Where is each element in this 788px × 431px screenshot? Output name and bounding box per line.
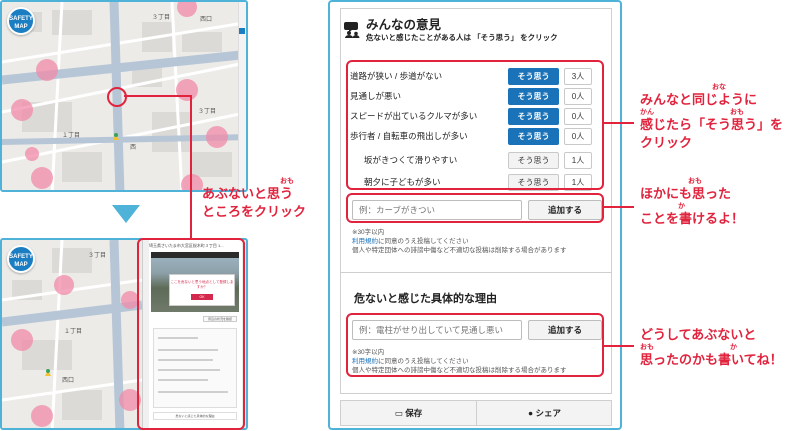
callout-text: ほかにも思った xyxy=(640,186,732,201)
terms-link[interactable]: 利用規約 xyxy=(352,238,378,245)
map-control-icon[interactable] xyxy=(239,28,245,34)
callout-ruby: おも xyxy=(280,178,294,185)
map-label: ３丁目 xyxy=(198,109,217,115)
panel-footer: ▭ 保存 ● シェア xyxy=(340,400,612,426)
mini-panel-highlight xyxy=(137,238,245,430)
callout-ruby: おも xyxy=(688,178,702,185)
callout-ruby: おな xyxy=(712,84,726,91)
callout-ruby: おもか xyxy=(640,344,737,351)
callout-text: 思ったのかも書いてね！ xyxy=(640,352,783,367)
map-label: ３丁目 xyxy=(152,15,171,21)
map-label: ３丁目 xyxy=(88,253,107,259)
opinions-highlight xyxy=(346,60,604,190)
map-label: １丁目 xyxy=(64,329,83,335)
safety-map-logo: SAFETY MAP xyxy=(7,7,35,35)
panel-title: みんなの意見 xyxy=(366,18,442,32)
top-map-canvas xyxy=(2,2,246,190)
connector-line xyxy=(604,122,634,124)
save-label: 保存 xyxy=(405,408,423,418)
folder-icon: ▭ xyxy=(394,408,403,418)
section-divider xyxy=(340,272,612,273)
callout-text: あぶないと思う xyxy=(202,186,294,201)
down-arrow-icon xyxy=(112,205,140,223)
callout-text: 感じたら「そう思う」を xyxy=(640,117,784,132)
connector-line xyxy=(604,345,634,347)
callout-write-more: おも ほかにも思った か ことを書けるよ！ xyxy=(640,178,744,228)
connector-line xyxy=(124,95,192,97)
callout-ruby: か xyxy=(678,203,685,210)
callout-text: どうしてあぶないと xyxy=(640,327,757,342)
note-line: 個人や特定団体への誹謗中傷など不適切な投稿は削除する場合があります xyxy=(352,247,567,254)
connector-line xyxy=(190,95,192,238)
panel-subtitle: 危ないと感じたことがある人は 「そう思う」 をクリック xyxy=(366,33,558,42)
reason-highlight xyxy=(346,313,604,377)
people-chat-icon xyxy=(344,20,360,38)
note-text: に同意のうえ投稿してください xyxy=(378,238,469,245)
reason-title: 危ないと感じた具体的な理由 xyxy=(354,293,497,305)
callout-text: ことを書けるよ！ xyxy=(640,211,745,226)
connector-line xyxy=(604,206,634,208)
note-line: 利用規約に同意のうえ投稿してください xyxy=(352,237,567,246)
speech-bubble-icon: ● xyxy=(527,408,534,418)
safety-map-logo: SAFETY MAP xyxy=(7,245,35,273)
note-line: ※30字以内 xyxy=(352,229,385,236)
map-label: １丁目 xyxy=(62,133,81,139)
share-button[interactable]: ● シェア xyxy=(477,401,612,425)
callout-agree: おな みんなと同じように かん おも 感じたら「そう思う」を クリック xyxy=(640,84,783,152)
opinion-note: ※30字以内 利用規約に同意のうえ投稿してください 個人や特定団体への誹謗中傷な… xyxy=(352,228,567,255)
callout-click-map: おも あぶないと思う ところをクリック xyxy=(202,178,306,221)
map-label: 西口 xyxy=(200,17,213,23)
map-label: 西 xyxy=(130,145,137,151)
callout-ruby: かん おも xyxy=(640,109,744,116)
callout-text: みんなと同じように xyxy=(640,92,758,107)
map-label: 西口 xyxy=(62,378,75,384)
share-label: シェア xyxy=(535,408,562,418)
callout-text: ところをクリック xyxy=(202,204,307,219)
map-side-strip xyxy=(238,2,246,190)
save-button[interactable]: ▭ 保存 xyxy=(341,401,476,425)
add-opinion-highlight xyxy=(346,193,604,223)
callout-reason: どうしてあぶないと おもか 思ったのかも書いてね！ xyxy=(640,326,783,369)
callout-text: クリック xyxy=(640,135,693,150)
